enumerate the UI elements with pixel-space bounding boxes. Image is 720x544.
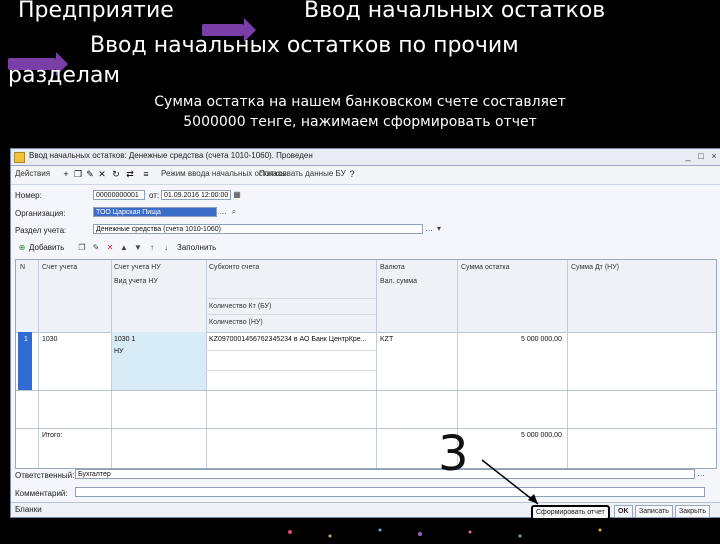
slide-title-line2: Ввод начальных остатков по прочим — [90, 33, 519, 58]
minimize-icon[interactable]: _ — [683, 151, 693, 161]
list-icon[interactable]: ≡ — [141, 169, 151, 179]
organization-field[interactable]: ТОО Царская Пища — [93, 207, 217, 217]
grid-header-n: N — [20, 264, 26, 271]
delete-icon[interactable]: ✕ — [97, 169, 107, 179]
actions-menu[interactable]: Действия — [15, 169, 50, 178]
blanks-menu[interactable]: Бланки — [15, 505, 42, 514]
section-field[interactable]: Денежные средства (счета 1010-1060) — [93, 224, 423, 234]
select-ellipsis-icon[interactable]: … — [424, 224, 434, 234]
add-row-icon[interactable]: ⊕ — [17, 243, 27, 253]
window-title: Ввод начальных остатков: Денежные средст… — [29, 151, 313, 160]
maximize-icon[interactable]: □ — [696, 151, 706, 161]
organization-label: Организация: — [15, 209, 66, 218]
total-amount: 5 000 000,00 — [521, 432, 562, 439]
responsible-label: Ответственный: — [15, 471, 75, 480]
section-label: Раздел учета: — [15, 226, 67, 235]
document-window: Ввод начальных остатков: Денежные средст… — [10, 148, 720, 520]
subtitle-line1: Сумма остатка на нашем банковском счете … — [154, 94, 566, 110]
comment-field[interactable] — [75, 487, 705, 497]
table-row-account-nu[interactable]: 1030 1 — [114, 336, 135, 343]
subtitle-line2: 5000000 тенге, нажимаем сформировать отч… — [183, 114, 537, 130]
calendar-icon[interactable]: ▦ — [232, 190, 242, 200]
annotation-arrow-icon — [481, 459, 539, 505]
table-row-n: 1 — [24, 336, 28, 343]
show-data-button[interactable]: Показывать данные БУ — [259, 169, 346, 178]
edit-row-icon[interactable]: ✎ — [91, 243, 101, 253]
grid-header-currency-amount: Вал. сумма — [380, 278, 417, 285]
window-titlebar: Ввод начальных остатков: Денежные средст… — [11, 149, 720, 166]
step-number-annotation: 3 — [438, 426, 469, 482]
grid-header-amount-nu: Сумма Дт (НУ) — [571, 264, 619, 271]
select-ellipsis-icon[interactable]: … — [696, 469, 706, 479]
dropdown-icon[interactable]: ▾ — [434, 224, 444, 234]
grid-header-currency: Валюта — [380, 264, 405, 271]
date-label: от: — [149, 191, 160, 200]
post-icon[interactable]: ⇄ — [125, 169, 135, 179]
main-toolbar: Действия + ❐ ✎ ✕ ↻ ⇄ ≡ Режим ввода начал… — [11, 166, 720, 185]
grid-header-type-nu: Вид учета НУ — [114, 278, 158, 285]
grid-header-subconto: Субконто счета — [209, 264, 260, 271]
move-up-icon[interactable]: ▲ — [119, 243, 129, 253]
table-row-type-nu[interactable]: НУ — [114, 348, 124, 355]
grid-header-qty-kt: Количество Кт (БУ) — [209, 303, 272, 310]
save-button[interactable]: Записать — [635, 505, 673, 518]
table-row-subconto[interactable]: KZ0970001456762345234 в АО Банк ЦентрКре… — [209, 336, 367, 343]
add-icon[interactable]: + — [61, 169, 71, 179]
copy-row-icon[interactable]: ❐ — [77, 243, 87, 253]
grid-header-qty-nu: Количество (НУ) — [209, 319, 263, 326]
refresh-icon[interactable]: ↻ — [111, 169, 121, 179]
sort-asc-icon[interactable]: ↑ — [147, 243, 157, 253]
bottom-bar: Бланки Сформировать отчет OK Записать За… — [11, 502, 720, 520]
slide-title-right: Ввод начальных остатков — [304, 0, 606, 23]
copy-icon[interactable]: ❐ — [73, 169, 83, 179]
total-label: Итого: — [42, 432, 63, 439]
delete-row-icon[interactable]: ✕ — [105, 243, 115, 253]
ok-button[interactable]: OK — [614, 505, 633, 518]
number-field[interactable]: 00000000001 — [93, 190, 145, 200]
comment-label: Комментарий: — [15, 489, 68, 498]
table-row-currency[interactable]: KZT — [380, 336, 393, 343]
close-icon[interactable]: × — [709, 151, 719, 161]
grid-header-account: Счет учета — [42, 264, 78, 271]
search-icon[interactable]: ⌕ — [229, 207, 239, 217]
slide-title-left: Предприятие — [18, 0, 174, 23]
slide-footer-decoration — [0, 518, 720, 540]
slide-title-line3: разделам — [8, 63, 121, 88]
edit-icon[interactable]: ✎ — [85, 169, 95, 179]
responsible-field[interactable]: Бухгалтер — [75, 469, 695, 479]
grid-header-amount: Сумма остатка — [461, 264, 510, 271]
move-down-icon[interactable]: ▼ — [133, 243, 143, 253]
sort-desc-icon[interactable]: ↓ — [161, 243, 171, 253]
slide-subtitle: Сумма остатка на нашем банковском счете … — [0, 92, 720, 132]
table-row-amount[interactable]: 5 000 000,00 — [521, 336, 562, 343]
date-field[interactable]: 01.09.2016 12:00:00 — [161, 190, 231, 200]
number-label: Номер: — [15, 191, 42, 200]
table-row-account[interactable]: 1030 — [42, 336, 58, 343]
close-button[interactable]: Закрыть — [675, 505, 710, 518]
grid-header-account-nu: Счет учета НУ — [114, 264, 161, 271]
fill-button[interactable]: Заполнить — [177, 243, 216, 252]
balances-grid: N Счет учета Счет учета НУ Вид учета НУ … — [15, 259, 717, 469]
select-ellipsis-icon[interactable]: … — [218, 207, 228, 217]
add-row-button[interactable]: Добавить — [29, 243, 64, 252]
help-icon[interactable]: ? — [347, 169, 357, 179]
document-icon — [14, 152, 25, 163]
